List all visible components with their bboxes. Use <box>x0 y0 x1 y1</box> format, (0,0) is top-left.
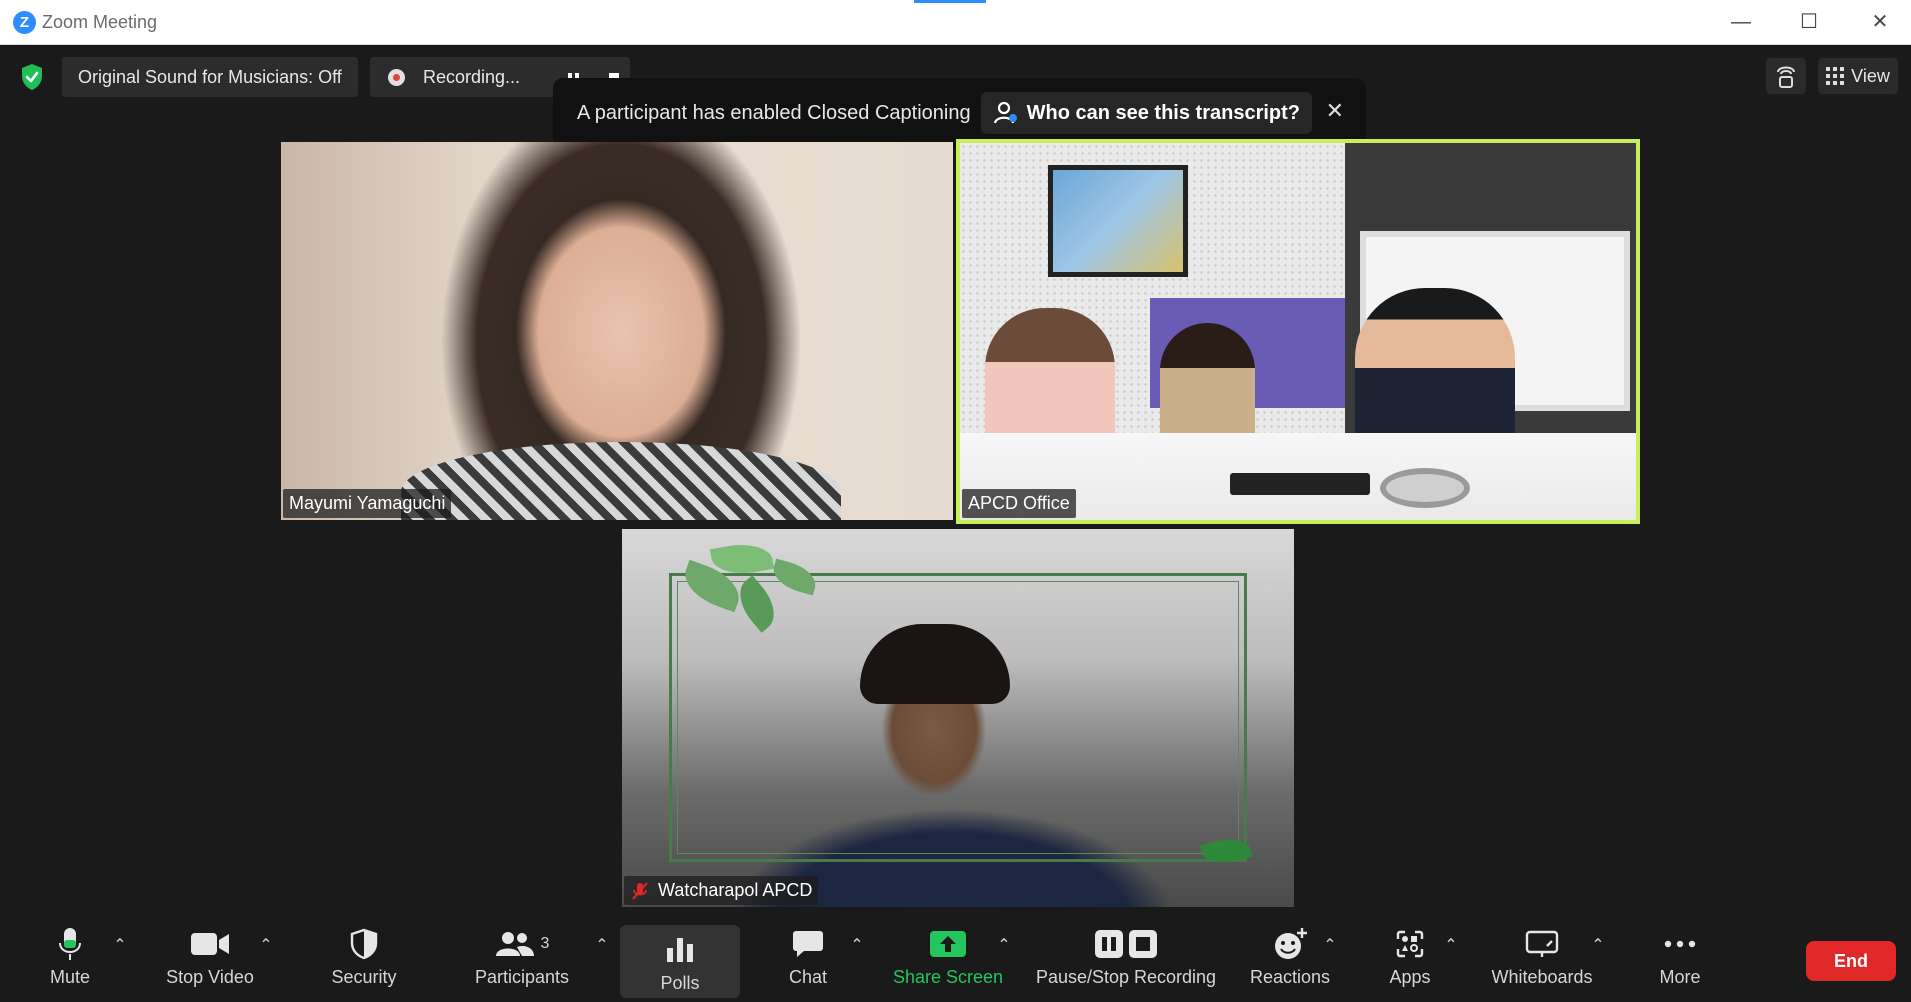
mute-button[interactable]: Mute <box>30 909 110 1002</box>
security-label: Security <box>331 966 397 987</box>
meeting-stage: Original Sound for Musicians: Off Record… <box>0 45 1911 1002</box>
world-map-image <box>1048 165 1188 277</box>
window-titlebar: Z Zoom Meeting — ☐ ✕ <box>0 0 1911 45</box>
audio-options-chevron-icon[interactable]: ⌃ <box>111 937 129 955</box>
participant-name-label: Mayumi Yamaguchi <box>283 489 452 518</box>
participants-options-chevron-icon[interactable]: ⌃ <box>593 937 611 955</box>
view-label: View <box>1851 65 1890 86</box>
speakerphone-image <box>1380 468 1470 508</box>
reactions-label: Reactions <box>1249 966 1331 987</box>
participants-count: 3 <box>540 934 550 952</box>
whiteboards-button[interactable]: Whiteboards <box>1480 909 1604 1002</box>
caption-notification: A participant has enabled Closed Caption… <box>553 78 1366 148</box>
chat-label: Chat <box>788 966 828 987</box>
video-options-chevron-icon[interactable]: ⌃ <box>257 937 275 955</box>
participants-label: Participants <box>474 966 570 987</box>
apps-icon <box>1396 930 1424 957</box>
muted-mic-icon <box>632 881 648 900</box>
polls-button[interactable]: Polls <box>620 925 740 998</box>
share-screen-button[interactable]: Share Screen <box>888 909 1008 1002</box>
pause-stop-recording-icon <box>1095 929 1157 958</box>
stop-video-button[interactable]: Stop Video <box>160 909 260 1002</box>
encryption-shield-icon[interactable] <box>20 63 44 91</box>
recording-dot-icon <box>388 68 405 86</box>
original-sound-label: Original Sound for Musicians: Off <box>78 66 342 87</box>
close-caption-icon[interactable]: ✕ <box>1326 98 1344 124</box>
video-camera-icon <box>191 932 229 955</box>
keyboard-image <box>1230 473 1370 495</box>
reactions-button[interactable]: Reactions <box>1240 909 1340 1002</box>
end-meeting-button[interactable]: End <box>1806 941 1896 981</box>
participants-button[interactable]: 3 Participants <box>466 909 578 1002</box>
caption-message: A participant has enabled Closed Caption… <box>577 101 971 124</box>
chat-button[interactable]: Chat <box>770 909 846 1002</box>
more-dots-icon <box>1664 940 1696 947</box>
maximize-button[interactable]: ☐ <box>1787 8 1831 38</box>
share-options-chevron-icon[interactable]: ⌃ <box>995 937 1013 955</box>
focus-mode-button[interactable] <box>1766 58 1806 94</box>
window-title: Zoom Meeting <box>42 12 158 32</box>
apps-label: Apps <box>1389 966 1431 987</box>
polls-label: Polls <box>660 972 700 993</box>
video-tile-apcd-office[interactable]: APCD Office <box>956 139 1640 524</box>
whiteboards-options-chevron-icon[interactable]: ⌃ <box>1589 937 1607 955</box>
original-sound-toggle[interactable]: Original Sound for Musicians: Off <box>62 57 358 97</box>
participant-name-label: Watcharapol APCD <box>624 876 819 905</box>
security-button[interactable]: Security <box>318 909 410 1002</box>
grid-view-icon <box>1826 67 1845 85</box>
pause-stop-recording-button[interactable]: Pause/Stop Recording <box>1028 909 1224 1002</box>
view-button[interactable]: View <box>1818 58 1898 94</box>
zoom-logo-icon: Z <box>13 11 36 34</box>
security-shield-icon <box>350 928 378 959</box>
person-caption-icon <box>993 101 1017 124</box>
close-window-button[interactable]: ✕ <box>1858 8 1902 38</box>
more-label: More <box>1659 966 1701 987</box>
meeting-toolbar: Mute ⌃ Stop Video ⌃ Security 3 Participa… <box>0 909 1911 1002</box>
who-can-see-transcript-button[interactable]: Who can see this transcript? <box>980 92 1312 134</box>
more-button[interactable]: More <box>1638 909 1722 1002</box>
recording-label: Recording... <box>423 66 521 87</box>
apps-options-chevron-icon[interactable]: ⌃ <box>1442 937 1460 955</box>
share-screen-label: Share Screen <box>892 966 1004 987</box>
pause-stop-recording-label: Pause/Stop Recording <box>1035 966 1217 987</box>
reactions-options-chevron-icon[interactable]: ⌃ <box>1321 937 1339 955</box>
titlebar-accent <box>914 0 986 3</box>
microphone-icon <box>59 927 81 960</box>
reactions-smiley-icon <box>1275 927 1307 959</box>
participant-name: Watcharapol APCD <box>658 880 813 900</box>
mute-label: Mute <box>49 966 91 987</box>
minimize-button[interactable]: — <box>1719 8 1763 38</box>
video-tile-mayumi[interactable]: Mayumi Yamaguchi <box>281 142 953 520</box>
share-screen-icon <box>930 930 966 957</box>
stop-video-label: Stop Video <box>166 966 254 987</box>
whiteboards-label: Whiteboards <box>1491 966 1593 987</box>
who-can-see-label: Who can see this transcript? <box>1026 101 1300 124</box>
whiteboard-icon <box>1525 930 1559 957</box>
polls-bar-chart-icon <box>667 937 693 962</box>
video-tile-watcharapol[interactable]: Watcharapol APCD <box>622 529 1294 907</box>
participant-name-label: APCD Office <box>962 489 1076 518</box>
chat-bubble-icon <box>793 930 823 957</box>
apps-button[interactable]: Apps <box>1372 909 1448 1002</box>
participant-video-shirt <box>401 442 841 520</box>
focus-mode-icon <box>1777 66 1795 88</box>
chat-options-chevron-icon[interactable]: ⌃ <box>848 937 866 955</box>
participants-icon <box>495 931 534 956</box>
